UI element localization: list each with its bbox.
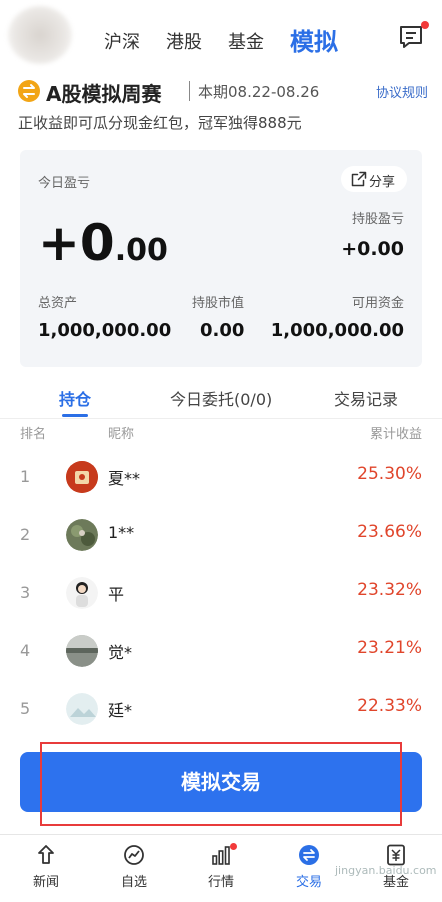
today-pnl-integer: +0	[38, 214, 115, 272]
position-tabs: 持仓 今日委托(0/0) 交易记录	[0, 378, 442, 418]
row-return: 23.66%	[357, 522, 422, 542]
row-return: 22.33%	[357, 696, 422, 716]
simulated-trade-button[interactable]: 模拟交易	[20, 752, 422, 812]
row-nickname: 平	[108, 585, 125, 604]
row-return: 25.30%	[357, 464, 422, 484]
watchlist-icon	[124, 845, 144, 865]
table-row[interactable]: 1 夏** 25.30%	[0, 449, 442, 507]
trade-icon	[299, 845, 319, 865]
column-header-rank: 排名	[20, 427, 47, 442]
column-header-nickname: 昵称	[108, 427, 135, 442]
rules-link[interactable]: 协议规则	[376, 82, 428, 101]
notification-dot	[230, 843, 237, 850]
share-button[interactable]: 分享	[341, 166, 407, 192]
today-pnl-value: +0.00	[38, 214, 168, 272]
contest-period: 本期08.22-08.26	[198, 83, 320, 101]
avatar	[66, 635, 98, 667]
available-funds-label: 可用资金	[351, 296, 404, 311]
tab-moni[interactable]: 模拟	[290, 22, 338, 57]
row-return: 23.32%	[357, 580, 422, 600]
avatar	[66, 577, 98, 609]
row-nickname: 夏**	[108, 469, 141, 488]
nav-label: 新闻	[32, 875, 59, 890]
tab-hushen[interactable]: 沪深	[104, 28, 140, 54]
message-icon[interactable]	[398, 24, 424, 50]
row-rank: 3	[20, 583, 31, 602]
today-pnl-label: 今日盈亏	[38, 176, 91, 191]
column-header-return: 累计收益	[369, 427, 422, 442]
row-rank: 4	[20, 641, 31, 660]
nav-market[interactable]: 行情	[191, 843, 251, 899]
table-row[interactable]: 4 觉* 23.21%	[0, 623, 442, 681]
tab-holdings[interactable]: 持仓	[59, 386, 91, 410]
user-avatar[interactable]	[8, 6, 72, 64]
nav-label: 自选	[120, 875, 147, 890]
contest-title: A股模拟周赛	[46, 82, 162, 106]
holding-pnl-label: 持股盈亏	[351, 212, 404, 227]
divider	[189, 81, 190, 101]
avatar	[66, 519, 98, 551]
nav-news[interactable]: 新闻	[16, 843, 76, 899]
unread-dot	[421, 21, 429, 29]
table-row[interactable]: 2 1** 23.66%	[0, 507, 442, 565]
top-bar: 沪深 港股 基金 模拟	[0, 0, 442, 74]
row-nickname: 廷*	[108, 701, 133, 720]
market-value-value: 0.00	[200, 320, 245, 341]
row-nickname: 觉*	[108, 643, 133, 662]
row-rank: 1	[20, 467, 31, 486]
tab-today-orders[interactable]: 今日委托(0/0)	[170, 386, 272, 410]
share-label: 分享	[369, 175, 396, 190]
row-nickname: 1**	[108, 523, 135, 542]
share-icon	[351, 171, 367, 187]
contest-header: A股模拟周赛 本期08.22-08.26 协议规则	[18, 78, 428, 108]
nav-label: 行情	[207, 875, 234, 890]
nav-watchlist[interactable]: 自选	[104, 843, 164, 899]
row-rank: 2	[20, 525, 31, 544]
table-row[interactable]: 3 平 23.32%	[0, 565, 442, 623]
tab-jijin[interactable]: 基金	[228, 28, 264, 54]
account-summary-card: 今日盈亏 分享 +0.00 持股盈亏 +0.00 总资产 1,000,000.0…	[20, 150, 422, 367]
news-icon	[38, 845, 54, 864]
total-assets-label: 总资产	[38, 296, 78, 311]
row-rank: 5	[20, 699, 31, 718]
contest-badge-icon	[18, 80, 40, 102]
contest-subtitle: 正收益即可瓜分现金红包，冠军独得888元	[18, 114, 302, 132]
nav-label: 交易	[295, 875, 322, 890]
today-pnl-decimal: .00	[114, 233, 168, 268]
avatar	[66, 461, 98, 493]
active-tab-indicator	[62, 414, 88, 417]
watermark: jingyan.baidu.com	[335, 864, 437, 877]
available-funds-value: 1,000,000.00	[270, 320, 404, 341]
avatar	[66, 693, 98, 725]
holding-pnl-value: +0.00	[341, 238, 404, 260]
total-assets-value: 1,000,000.00	[38, 320, 172, 341]
row-return: 23.21%	[357, 638, 422, 658]
divider	[0, 418, 442, 419]
tab-trade-history[interactable]: 交易记录	[334, 386, 398, 410]
nav-trade[interactable]: 交易	[279, 843, 339, 899]
market-value-label: 持股市值	[192, 296, 245, 311]
tab-ganggu[interactable]: 港股	[166, 28, 202, 54]
table-row[interactable]: 5 廷* 22.33%	[0, 681, 442, 739]
